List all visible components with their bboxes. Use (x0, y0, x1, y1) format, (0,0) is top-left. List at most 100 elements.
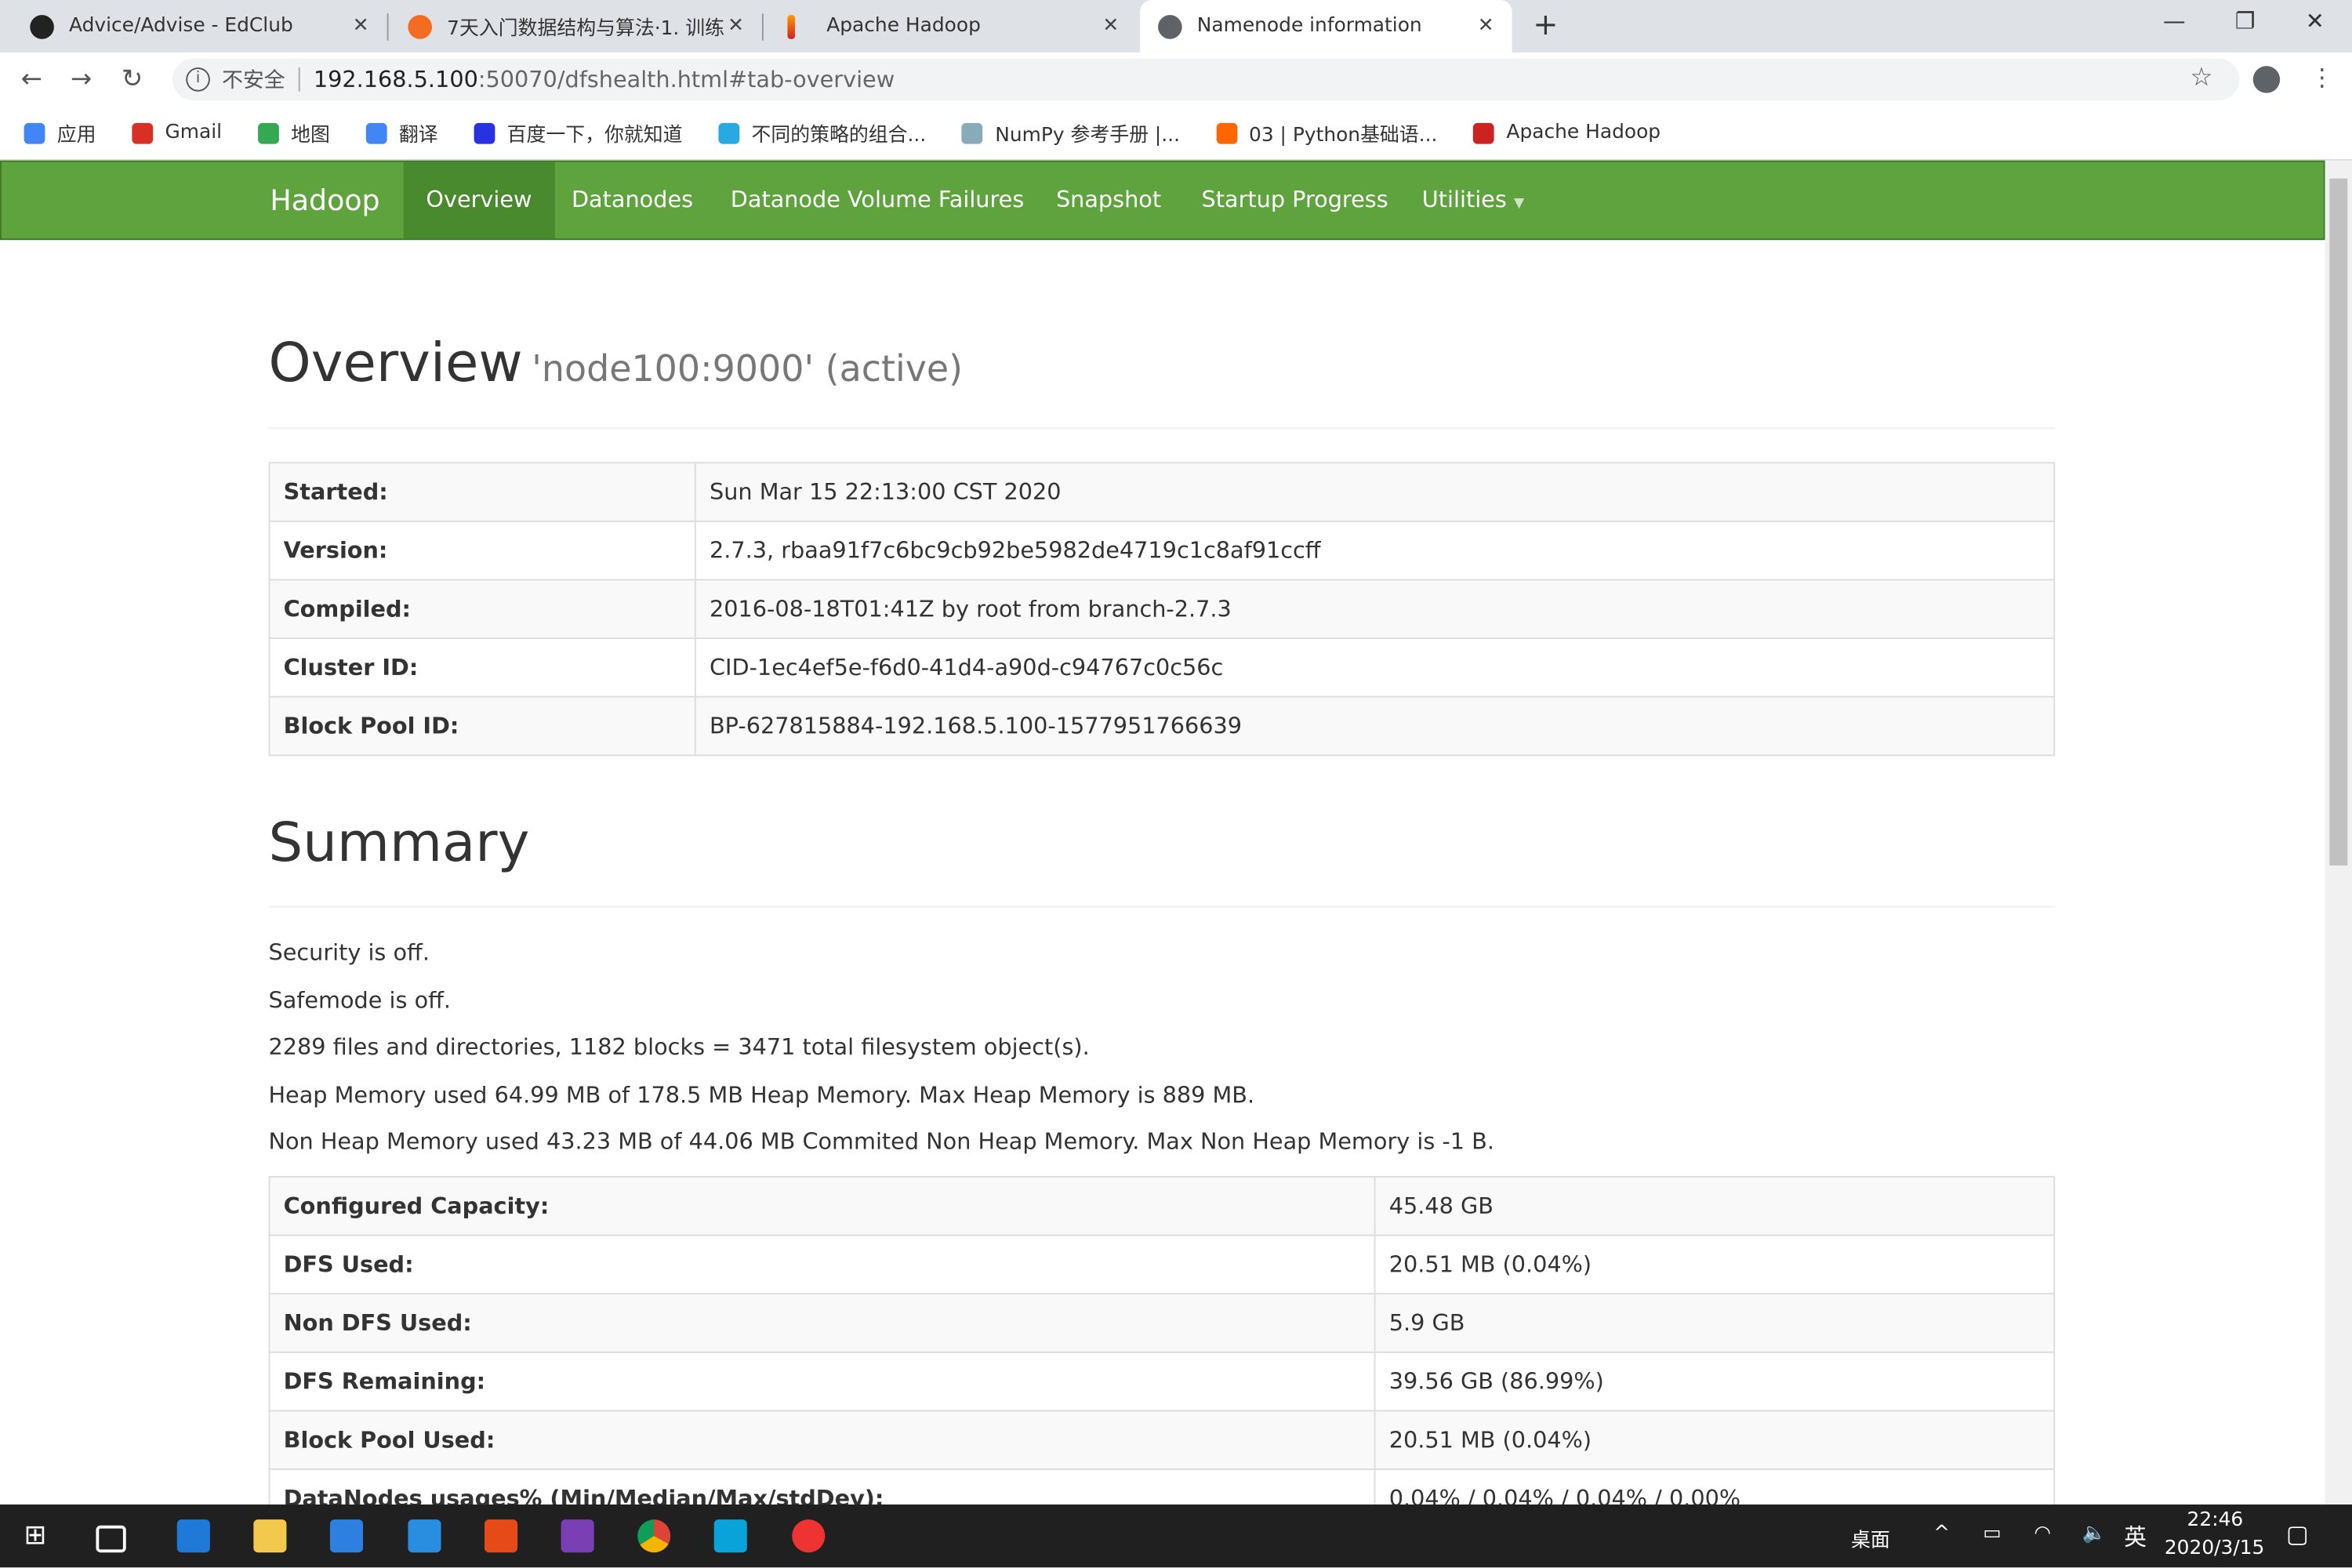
browser-tab[interactable]: Advice/Advise - EdClub ✕ (0, 0, 387, 53)
summary-line: Heap Memory used 64.99 MB of 178.5 MB He… (268, 1080, 1255, 1108)
onenote-icon[interactable] (561, 1519, 594, 1553)
task-view-icon[interactable] (96, 1525, 126, 1553)
bookmark-item[interactable]: 不同的策略的组合... (718, 118, 926, 147)
row-label: Configured Capacity: (268, 1176, 1376, 1236)
close-tab-icon[interactable]: ✕ (728, 15, 744, 38)
bookmark-item[interactable]: 百度一下，你就知道 (474, 118, 683, 147)
brand-link[interactable]: Hadoop (270, 184, 379, 217)
summary-line: 2289 files and directories, 1182 blocks … (268, 1033, 1090, 1061)
clock-time[interactable]: 22:46 (2187, 1509, 2244, 1532)
hadoop-navbar: Hadoop Overview Datanodes Datanode Volum… (0, 160, 2325, 241)
table-row: Non DFS Used: 5.9 GB (268, 1293, 2056, 1353)
bookmarks-bar: 应用 Gmail 地图 翻译 百度一下，你就知道 不同的策略的组合... NumPy 参考手… (0, 106, 2352, 161)
screen: Advice/Advise - EdClub ✕ 7天入门数据结构与算法·1. 训… (0, 0, 2352, 1568)
forward-icon[interactable]: → (71, 64, 92, 94)
row-value: Sun Mar 15 22:13:00 CST 2020 (694, 462, 2056, 522)
bookmark-favicon-icon (718, 122, 740, 143)
close-tab-icon[interactable]: ✕ (1102, 15, 1119, 38)
tab-strip: Advice/Advise - EdClub ✕ 7天入门数据结构与算法·1. 训… (0, 0, 2352, 53)
url-host: 192.168.5.100 (313, 66, 478, 93)
tab-title: Apache Hadoop (826, 15, 981, 38)
bookmark-label: 翻译 (398, 124, 438, 147)
bookmark-favicon-icon (962, 122, 983, 143)
row-label: DFS Remaining: (268, 1351, 1376, 1412)
browser-tab-active[interactable]: Namenode information ✕ (1140, 0, 1512, 53)
row-label: Non DFS Used: (268, 1293, 1376, 1353)
browser-toolbar: ← → ↻ i 不安全 192.168.5.100:50070/dfshealt… (0, 52, 2352, 107)
scrollbar-thumb[interactable] (2329, 178, 2348, 866)
browser-tab[interactable]: Apache Hadoop ✕ (762, 0, 1137, 53)
bookmark-label: 百度一下，你就知道 (506, 124, 683, 147)
browser-tab[interactable]: 7天入门数据结构与算法·1. 训练营 ✕ (387, 0, 762, 53)
nav-startup-progress[interactable]: Startup Progress (1179, 162, 1411, 239)
app-icon[interactable] (329, 1519, 364, 1553)
row-value: CID-1ec4ef5e-f6d0-41d4-a90d-c94767c0c56c (694, 637, 2056, 698)
close-tab-icon[interactable]: ✕ (1478, 15, 1494, 38)
bookmark-favicon-icon (365, 122, 387, 143)
profile-avatar[interactable] (2252, 66, 2281, 93)
restore-button[interactable]: ❐ (2235, 8, 2256, 34)
bookmark-item[interactable]: 应用 (24, 118, 96, 147)
bookmark-item[interactable]: 翻译 (365, 118, 438, 147)
bookmark-favicon-icon (24, 122, 45, 143)
notification-icon[interactable]: ▢ (2286, 1519, 2309, 1548)
scrollbar[interactable] (2325, 160, 2352, 1505)
menu-icon[interactable]: ⋮ (2310, 63, 2334, 91)
close-window-button[interactable]: ✕ (2306, 8, 2325, 34)
table-row: Cluster ID: CID-1ec4ef5e-f6d0-41d4-a90d-c… (268, 637, 2056, 698)
show-hidden-icons[interactable]: ^ (1933, 1523, 1950, 1545)
file-explorer-icon[interactable] (253, 1519, 287, 1553)
volume-icon[interactable]: 🔈 (2082, 1523, 2107, 1545)
table-row: Started: Sun Mar 15 22:13:00 CST 2020 (268, 462, 2056, 522)
nav-utilities[interactable]: Utilities ▼ (1399, 162, 1547, 239)
bookmark-star-icon[interactable]: ☆ (2190, 63, 2212, 93)
bookmark-label: Gmail (165, 121, 223, 144)
bookmark-item[interactable]: NumPy 参考手册 |... (962, 118, 1180, 147)
close-tab-icon[interactable]: ✕ (353, 15, 369, 38)
info-icon[interactable]: i (186, 67, 210, 92)
row-label: DFS Used: (268, 1234, 1376, 1295)
xmind-icon[interactable] (484, 1519, 518, 1553)
clock-date[interactable]: 2020/3/15 (2165, 1537, 2265, 1560)
back-icon[interactable]: ← (21, 64, 42, 94)
sync-icon[interactable]: ▭ (1983, 1523, 2002, 1545)
nav-volume-failures[interactable]: Datanode Volume Failures (708, 162, 1047, 239)
row-value: BP-627815884-192.168.5.100-1577951766639 (694, 695, 2056, 757)
caret-down-icon: ▼ (1513, 196, 1525, 212)
nav-utilities-label: Utilities (1421, 186, 1507, 213)
nav-overview[interactable]: Overview (403, 162, 555, 239)
bookmark-label: NumPy 参考手册 |... (995, 124, 1180, 147)
nav-snapshot[interactable]: Snapshot (1033, 162, 1184, 239)
address-bar[interactable]: i 不安全 192.168.5.100:50070/dfshealth.html… (172, 58, 2240, 101)
chrome-icon[interactable] (637, 1519, 671, 1553)
desktop-toolbar[interactable]: 桌面 (1851, 1524, 1890, 1553)
bookmark-item[interactable]: 03 | Python基础语... (1215, 118, 1437, 147)
apache-feather-icon (787, 14, 796, 38)
vmware-icon[interactable] (713, 1519, 747, 1553)
row-label: Cluster ID: (268, 637, 696, 698)
new-tab-button[interactable]: + (1533, 6, 1558, 42)
wifi-icon[interactable]: ◠ (2034, 1523, 2051, 1545)
overview-table: Started: Sun Mar 15 22:13:00 CST 2020 Vers… (268, 462, 2056, 757)
table-row: DFS Remaining: 39.56 GB (86.99%) (268, 1351, 2056, 1412)
bookmark-item[interactable]: Apache Hadoop (1473, 122, 1661, 144)
bookmark-item[interactable]: Gmail (132, 122, 222, 144)
nav-datanodes[interactable]: Datanodes (549, 162, 716, 239)
namenode-subtitle: 'node100:9000' (active) (532, 347, 964, 390)
row-value: 20.51 MB (0.04%) (1374, 1234, 2056, 1295)
minimize-button[interactable]: — (2163, 8, 2186, 34)
edge-icon[interactable] (176, 1519, 210, 1553)
vscode-icon[interactable] (408, 1519, 441, 1553)
app-icon[interactable] (792, 1519, 826, 1553)
summary-table: Configured Capacity: 45.48 GB DFS Used: 20.… (268, 1176, 2056, 1529)
row-value: 39.56 GB (86.99%) (1374, 1351, 2056, 1412)
reload-icon[interactable]: ↻ (122, 64, 143, 94)
summary-line: Non Heap Memory used 43.23 MB of 44.06 M… (268, 1127, 1494, 1156)
row-label: Compiled: (268, 579, 696, 640)
table-row: Compiled: 2016-08-18T01:41Z by root from … (268, 579, 2056, 640)
row-value: 45.48 GB (1374, 1176, 2056, 1236)
ime-indicator[interactable]: 英 (2124, 1521, 2147, 1552)
bookmark-item[interactable]: 地图 (257, 118, 330, 147)
start-icon[interactable]: ⊞ (24, 1519, 47, 1551)
row-label: Block Pool Used: (268, 1410, 1376, 1471)
